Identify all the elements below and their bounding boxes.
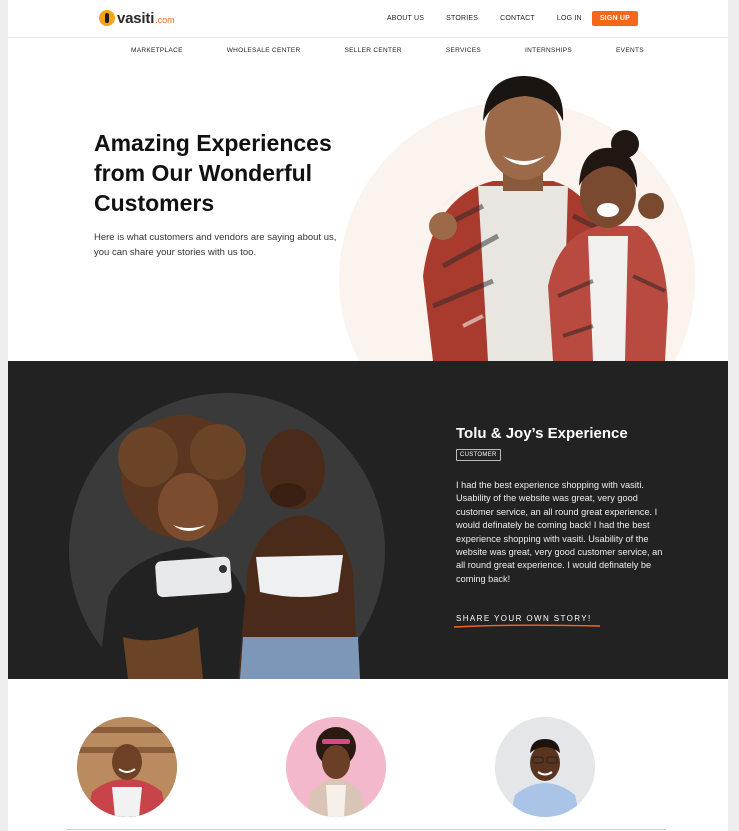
testimonial-photo xyxy=(98,415,360,679)
testimonial-section: Tolu & Joy’s Experience CUSTOMER I had t… xyxy=(8,361,728,709)
vasiti-logo-icon xyxy=(99,10,115,26)
sign-up-button[interactable]: SIGN UP xyxy=(591,11,638,26)
section-divider xyxy=(66,829,666,830)
subnav-events[interactable]: EVENTS xyxy=(616,47,644,54)
page-frame: vasiti .com ABOUT US STORIES CONTACT LOG… xyxy=(8,0,728,831)
testimonial-title: Tolu & Joy’s Experience xyxy=(456,425,628,442)
subnav-marketplace[interactable]: MARKETPLACE xyxy=(131,47,183,54)
nav-contact[interactable]: CONTACT xyxy=(500,15,535,22)
subnav-wholesale-center[interactable]: WHOLESALE CENTER xyxy=(227,47,301,54)
nav-about-us[interactable]: ABOUT US xyxy=(387,15,424,22)
customer-avatars-section xyxy=(8,679,728,831)
customer-avatar-3[interactable] xyxy=(495,717,595,817)
subnav-seller-center[interactable]: SELLER CENTER xyxy=(345,47,402,54)
customer-avatar-3-image xyxy=(495,717,595,817)
share-story-link[interactable]: SHARE YOUR OWN STORY! xyxy=(456,614,592,623)
share-story-underline xyxy=(453,624,601,628)
subnav-internships[interactable]: INTERNSHIPS xyxy=(525,47,572,54)
vasiti-logo[interactable]: vasiti .com xyxy=(99,8,175,28)
customer-avatar-2-image xyxy=(286,717,386,817)
hero-description: Here is what customers and vendors are s… xyxy=(94,232,337,258)
nav-log-in[interactable]: LOG IN xyxy=(557,15,582,22)
customer-avatar-1[interactable] xyxy=(77,717,177,817)
brand-tld: .com xyxy=(155,15,175,25)
hero-title: Amazing Experiences from Our Wonderful C… xyxy=(94,130,332,216)
customer-badge: CUSTOMER xyxy=(456,449,501,461)
subnav-services[interactable]: SERVICES xyxy=(446,47,481,54)
customer-avatar-1-image xyxy=(77,717,177,817)
category-navbar: MARKETPLACE WHOLESALE CENTER SELLER CENT… xyxy=(8,37,728,64)
nav-stories[interactable]: STORIES xyxy=(446,15,478,22)
brand-name: vasiti xyxy=(117,9,155,27)
hero-couple-photo xyxy=(423,76,668,361)
top-nav-links: ABOUT US STORIES CONTACT LOG IN SIGN UP xyxy=(365,11,638,26)
hero-section: Amazing Experiences from Our Wonderful C… xyxy=(8,62,728,457)
customer-avatar-2[interactable] xyxy=(286,717,386,817)
top-navbar: vasiti .com ABOUT US STORIES CONTACT LOG… xyxy=(8,0,728,37)
testimonial-body: I had the best experience shopping with … xyxy=(456,480,663,584)
